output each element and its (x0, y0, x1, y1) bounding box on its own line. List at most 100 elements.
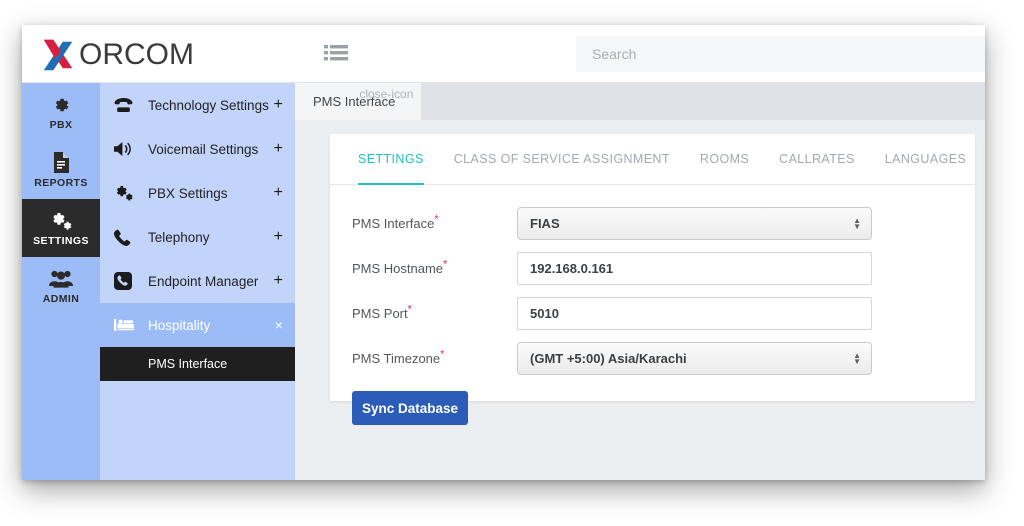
gears-icon (50, 210, 73, 232)
menu-item-expand-toggle[interactable]: + (270, 184, 283, 202)
rail-label: ADMIN (42, 292, 80, 305)
menu-item-label: Technology Settings (148, 97, 269, 113)
gears-icon-glyph (116, 186, 133, 201)
sync-database-button[interactable]: Sync Database (352, 391, 468, 425)
select-value: FIAS (530, 216, 560, 231)
phone-handset-icon-glyph (114, 229, 131, 246)
rail-label: SETTINGS (33, 234, 89, 247)
menu-item-pbx-settings[interactable]: PBX Settings + (100, 171, 295, 215)
chevron-updown-icon: ▲ ▼ (853, 216, 861, 231)
xorcom-logo[interactable]: ORCOM (40, 35, 194, 75)
primary-icon-rail: PBX REPORTS SETTINGS ADMIN (22, 83, 100, 480)
speaker-icon (114, 141, 140, 157)
document-tab-pms-interface[interactable]: PMS Interface close-icon (295, 83, 422, 120)
device-phone-icon (114, 272, 140, 290)
rail-item-reports[interactable]: REPORTS (22, 141, 100, 199)
required-marker: * (440, 348, 445, 361)
menu-item-technology-settings[interactable]: Technology Settings + (100, 83, 295, 127)
gears-icon (114, 184, 140, 202)
rail-label: REPORTS (34, 176, 88, 189)
gear-icon (51, 94, 71, 116)
menu-item-expand-toggle[interactable]: + (270, 140, 283, 158)
tab-rooms[interactable]: ROOMS (700, 134, 749, 185)
menu-item-expand-toggle[interactable]: + (270, 96, 283, 114)
menu-item-label: Voicemail Settings (148, 141, 259, 157)
form-row-pms-hostname: PMS Hostname* (352, 252, 975, 285)
tab-languages[interactable]: LANGUAGES (885, 134, 966, 185)
tab-label: CLASS OF SERVICE ASSIGNMENT (453, 152, 670, 166)
application-window: ORCOM PBX (22, 25, 985, 480)
logo-text: ORCOM (79, 38, 194, 71)
form-row-pms-port: PMS Port* (352, 297, 975, 330)
menu-item-label: Endpoint Manager (148, 273, 259, 289)
menu-item-telephony[interactable]: Telephony + (100, 215, 295, 259)
menu-item-endpoint-manager[interactable]: Endpoint Manager + (100, 259, 295, 303)
list-icon-glyph (324, 45, 348, 61)
rail-label: PBX (49, 118, 73, 131)
users-icon (49, 268, 73, 290)
menu-item-expand-toggle[interactable]: + (270, 272, 283, 290)
select-value: (GMT +5:00) Asia/Karachi (530, 351, 687, 366)
pms-port-label: PMS Port* (352, 303, 517, 321)
required-marker: * (434, 213, 439, 226)
tab-class-of-service-assignment[interactable]: CLASS OF SERVICE ASSIGNMENT (454, 134, 670, 185)
pms-port-input[interactable] (517, 297, 872, 330)
chevron-down-icon: ▼ (853, 221, 861, 231)
tab-label: ROOMS (699, 152, 750, 166)
close-icon[interactable]: close-icon (359, 87, 413, 101)
document-icon-glyph (54, 152, 69, 173)
rail-item-admin[interactable]: ADMIN (22, 257, 100, 315)
phone-handset-icon (114, 229, 140, 246)
telephone-icon (114, 97, 140, 113)
chevron-down-icon: ▼ (853, 356, 861, 366)
tab-settings[interactable]: SETTINGS (358, 134, 424, 185)
menu-item-label: Telephony (148, 229, 210, 245)
pms-interface-select[interactable]: FIAS ▲ ▼ (517, 207, 872, 240)
tab-label: CALLRATES (779, 152, 855, 166)
required-marker: * (407, 303, 412, 316)
required-marker: * (443, 258, 448, 271)
pms-timezone-label: PMS Timezone* (352, 348, 517, 366)
content-card: SETTINGS CLASS OF SERVICE ASSIGNMENT ROO… (330, 134, 975, 425)
label-text: PMS Hostname (352, 261, 444, 276)
document-tab-strip: PMS Interface close-icon (295, 83, 985, 120)
sub-tab-bar: SETTINGS CLASS OF SERVICE ASSIGNMENT ROO… (330, 134, 975, 185)
tab-label: LANGUAGES (884, 152, 967, 166)
pms-timezone-select[interactable]: (GMT +5:00) Asia/Karachi ▲ ▼ (517, 342, 872, 375)
label-text: PMS Port (352, 306, 408, 321)
xorcom-x-logo-icon (43, 39, 73, 71)
tab-label: SETTINGS (358, 152, 424, 166)
pms-hostname-input[interactable] (517, 252, 872, 285)
rail-item-settings[interactable]: SETTINGS (22, 199, 100, 257)
list-icon[interactable] (324, 43, 350, 65)
pms-interface-label: PMS Interface* (352, 213, 517, 231)
rail-item-pbx[interactable]: PBX (22, 83, 100, 141)
telephone-icon-glyph (114, 98, 133, 112)
pms-settings-form: PMS Interface* FIAS ▲ ▼ PMS Hostname* 19… (330, 185, 975, 425)
chevron-updown-icon: ▲ ▼ (853, 351, 861, 366)
menu-item-hospitality[interactable]: Hospitality × (100, 303, 295, 347)
menu-item-label: Hospitality (148, 317, 211, 333)
speaker-icon-glyph (114, 142, 131, 156)
bed-icon-glyph (114, 319, 134, 331)
gears-icon-glyph (52, 212, 71, 230)
label-text: PMS Timezone (352, 351, 441, 366)
search-input[interactable] (576, 36, 985, 72)
device-phone-icon-glyph (114, 272, 132, 290)
menu-item-collapse-toggle[interactable]: × (271, 317, 283, 333)
menu-item-label: PBX Settings (148, 185, 228, 201)
gear-icon-glyph (55, 98, 69, 111)
submenu-item-label: PMS Interface (148, 357, 228, 371)
tab-callrates[interactable]: CALLRATES (779, 134, 855, 185)
document-icon (52, 152, 70, 174)
menu-item-expand-toggle[interactable]: + (270, 228, 283, 246)
submenu-item-pms-interface[interactable]: PMS Interface (100, 347, 295, 381)
top-header-bar: ORCOM (22, 25, 985, 83)
label-text: PMS Interface (352, 216, 435, 231)
main-content-region: PMS Interface close-icon SETTINGS CLASS … (295, 83, 985, 480)
menu-item-voicemail-settings[interactable]: Voicemail Settings + (100, 127, 295, 171)
bed-icon (114, 318, 140, 332)
form-row-pms-interface: PMS Interface* FIAS ▲ ▼ (352, 207, 975, 240)
form-row-pms-timezone: PMS Timezone* (GMT +5:00) Asia/Karachi ▲… (352, 342, 975, 375)
users-icon-glyph (49, 270, 73, 288)
